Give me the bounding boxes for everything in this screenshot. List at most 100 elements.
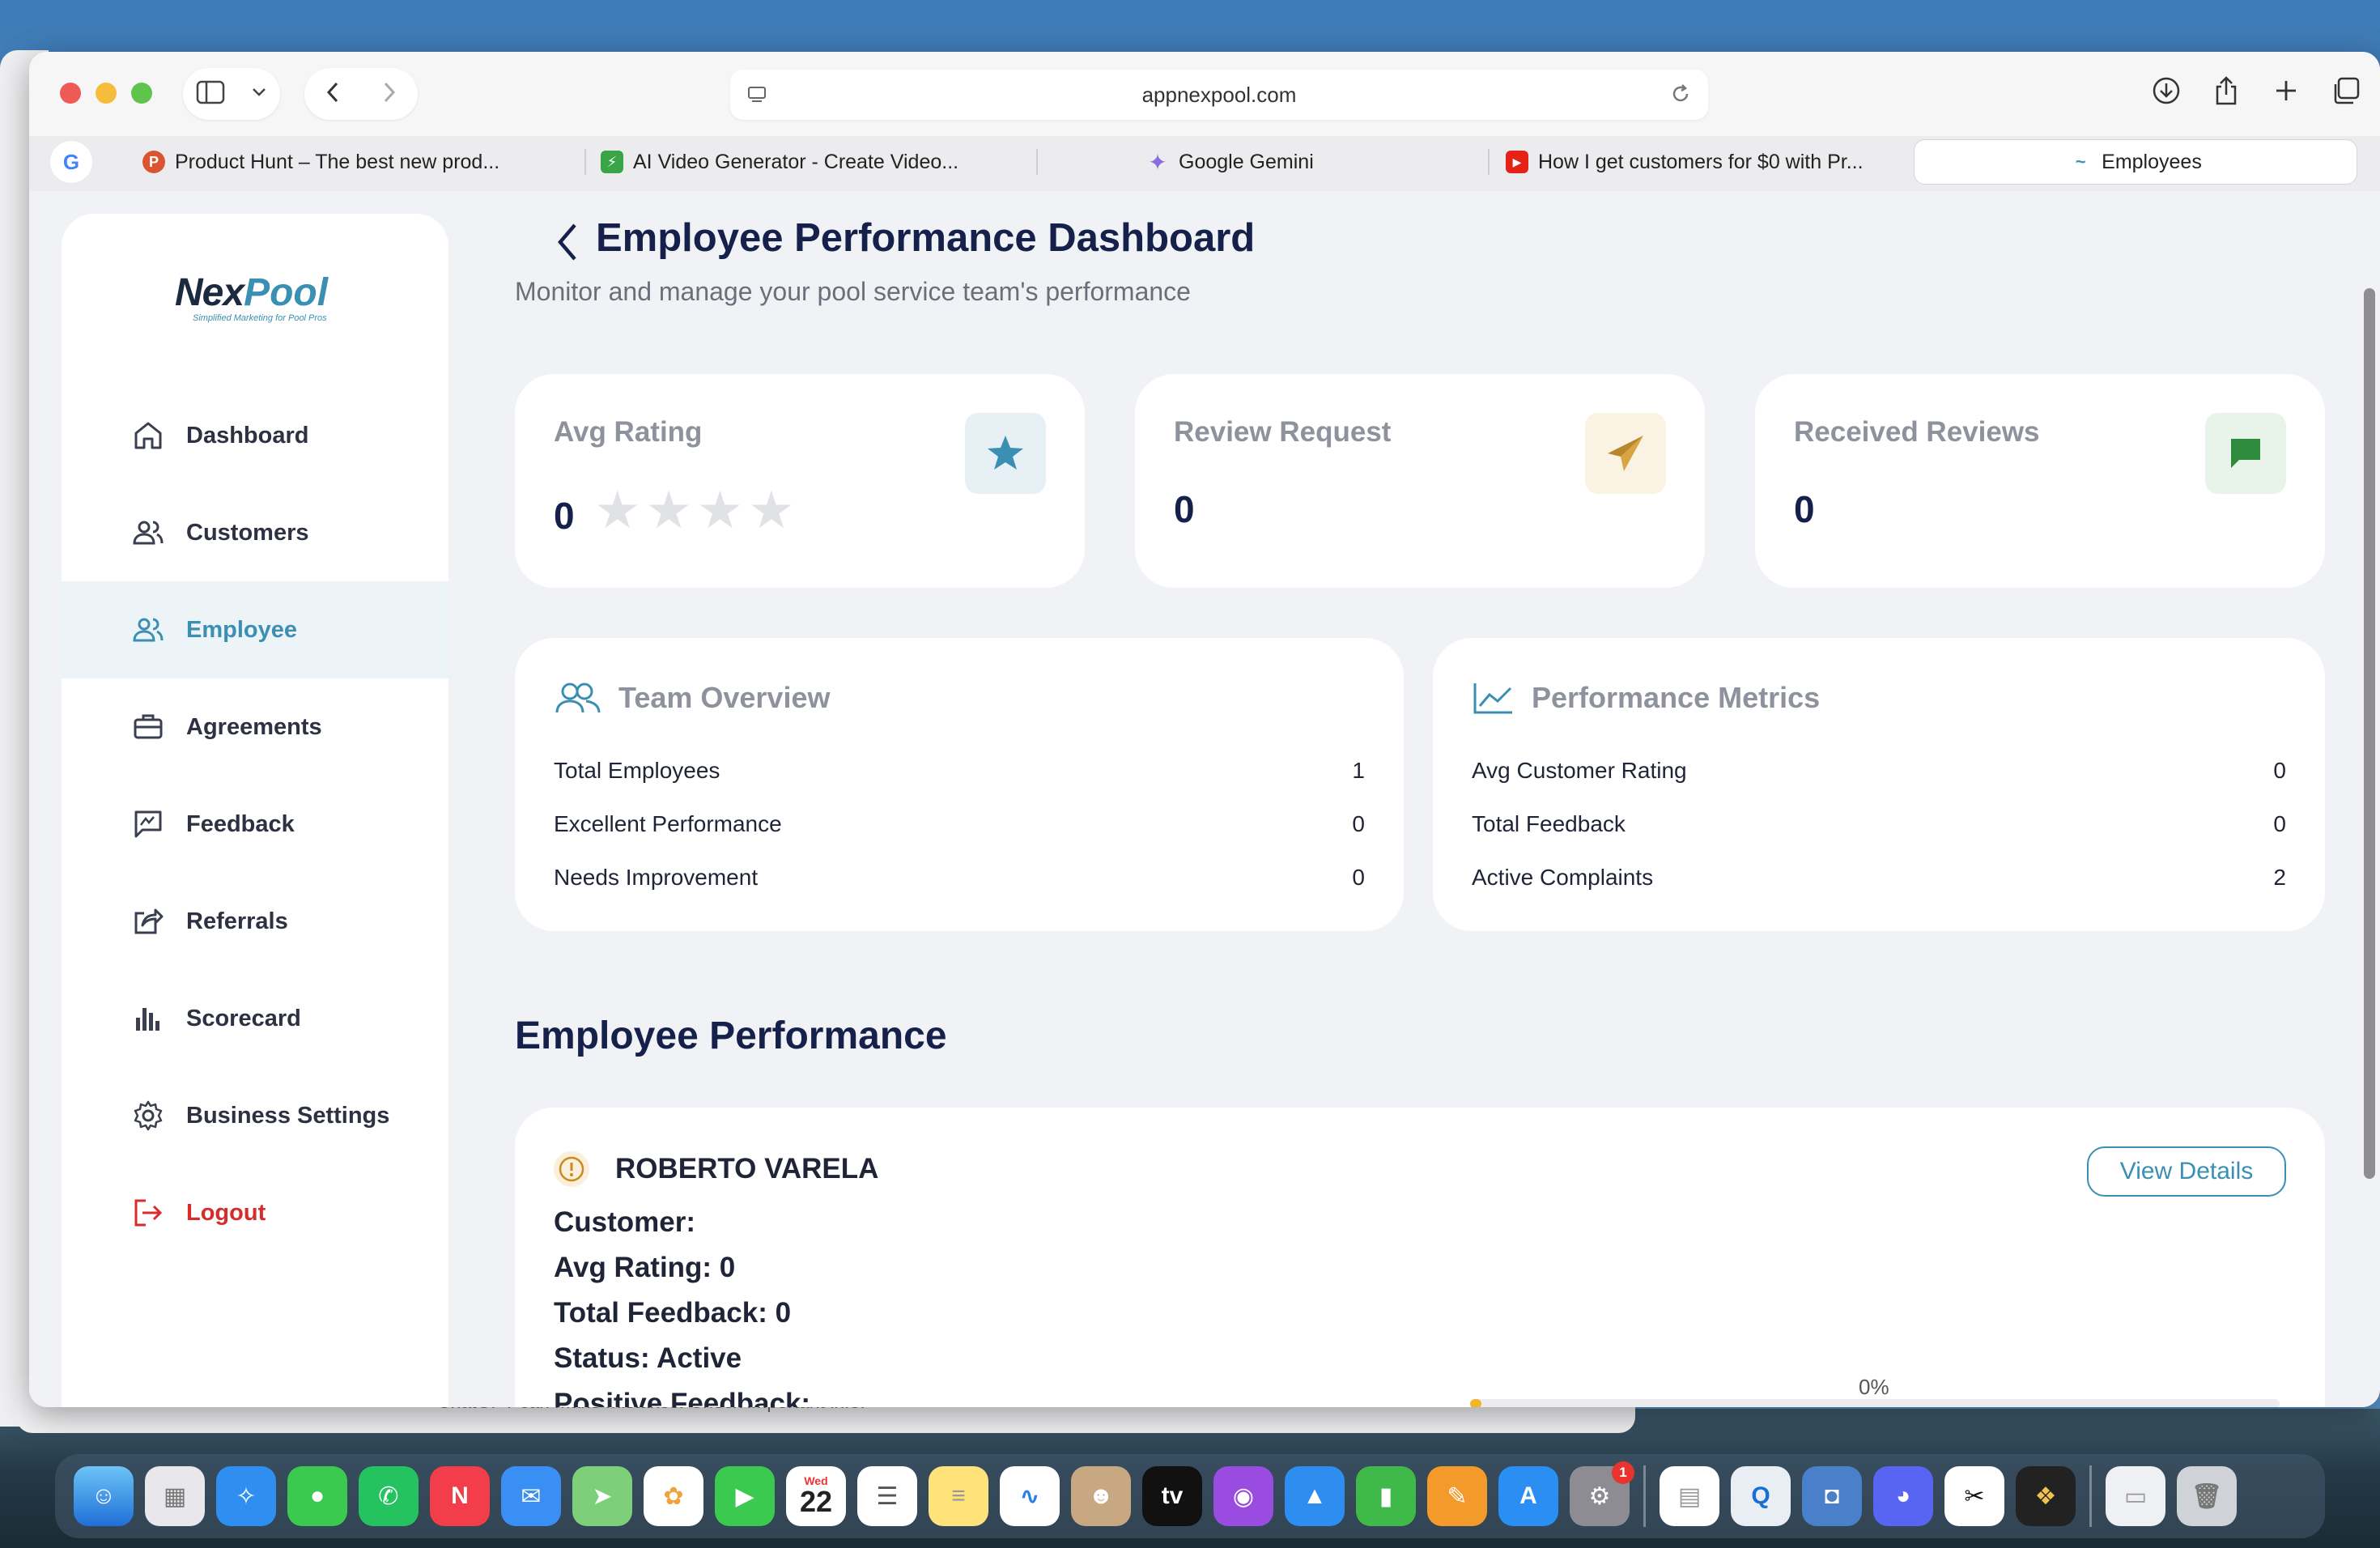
browser-toolbar: appnexpool.com [29,52,2380,139]
toolbar-actions [2148,73,2364,108]
gemini-icon: ✦ [1148,149,1167,175]
tab-employees[interactable]: ~ Employees [1914,139,2357,185]
chat-icon [2205,413,2286,494]
nexpool-logo[interactable]: NexPool Simplified Marketing for Pool Pr… [175,270,328,323]
sidebar-item-referrals[interactable]: Referrals [62,873,448,970]
zoom-window-button[interactable] [131,83,152,104]
tab-product-hunt[interactable]: P Product Hunt – The best new prod... [142,139,572,185]
sidebar-item-agreements[interactable]: Agreements [62,678,448,776]
metric-row-avg-rating: Avg Customer Rating 0 [1472,758,2286,784]
launchpad-icon[interactable]: ▦ [145,1466,205,1526]
sidebar: NexPool Simplified Marketing for Pool Pr… [62,214,448,1407]
row-label: Active Complaints [1472,865,1654,890]
sidebar-item-dashboard[interactable]: Dashboard [62,387,448,484]
page-title: Employee Performance Dashboard [596,216,1256,260]
freeform-icon[interactable]: ∿ [1000,1466,1060,1526]
trash-icon[interactable]: 🗑 [2177,1466,2237,1526]
forward-icon[interactable] [381,80,397,108]
tab-separator [1488,149,1490,175]
page-settings-icon[interactable] [746,84,767,111]
news-icon[interactable]: N [430,1466,490,1526]
logo-text-nex: Nex [175,271,244,314]
row-label: Total Employees [554,758,720,783]
sidebar-item-employee[interactable]: Employee [62,581,448,678]
sidebar-item-logout[interactable]: Logout [62,1164,448,1261]
sidebar-icon [196,80,225,108]
app-store-icon[interactable]: A [1498,1466,1558,1526]
whatsapp-icon[interactable]: ✆ [359,1466,419,1526]
screen-sharing-icon[interactable]: ◘ [1802,1466,1862,1526]
dock-separator [1643,1465,1646,1527]
preview-icon[interactable]: ▭ [2106,1466,2165,1526]
row-value: 0 [2273,758,2286,783]
download-icon[interactable] [2148,73,2184,108]
pages-icon[interactable]: ✎ [1427,1466,1487,1526]
team-row-total-employees: Total Employees 1 [554,758,1365,784]
tab-gemini[interactable]: ✦ Google Gemini [1146,139,1405,185]
sidebar-toggle[interactable] [183,68,280,120]
photos-icon[interactable]: ✿ [644,1466,703,1526]
system-settings-icon[interactable]: ⚙ 1 [1570,1461,1634,1526]
employee-avg-rating: Avg Rating: 0 [554,1252,736,1283]
address-bar[interactable]: appnexpool.com [730,70,1708,120]
users-icon [555,683,601,713]
notes-icon[interactable]: ≡ [929,1466,988,1526]
figma-icon[interactable]: ❖ [2016,1466,2076,1526]
calendar-icon[interactable]: Wed 22 [786,1466,846,1526]
textedit-icon[interactable]: ▤ [1660,1466,1719,1526]
maps-icon[interactable]: ➤ [572,1466,632,1526]
sidebar-item-label: Referrals [186,908,288,934]
ai-video-icon: ⚡ [601,151,623,173]
sidebar-item-label: Dashboard [186,422,309,449]
reload-icon[interactable] [1669,83,1692,111]
apple-tv-icon[interactable]: tv [1142,1466,1202,1526]
view-details-button[interactable]: View Details [2087,1146,2286,1197]
share-icon[interactable] [2208,73,2244,108]
row-value: 0 [1352,865,1365,890]
logo-text-pool: Pool [244,271,329,314]
sidebar-item-label: Logout [186,1199,266,1226]
safari-icon[interactable]: ✧ [216,1466,276,1526]
performance-metrics-header: Performance Metrics [1472,680,1820,716]
sidebar-item-scorecard[interactable]: Scorecard [62,970,448,1067]
history-nav [304,68,418,120]
dock-separator [2089,1465,2092,1527]
close-window-button[interactable] [60,83,81,104]
google-icon[interactable]: G [50,141,92,183]
mail-icon[interactable]: ✉ [501,1466,561,1526]
sidebar-item-customers[interactable]: Customers [62,484,448,581]
tab-ai-video[interactable]: ⚡ AI Video Generator - Create Video... [601,139,1022,185]
keynote-icon[interactable]: ▲ [1285,1466,1345,1526]
stat-value: 0 [1794,488,1815,530]
star-icon [965,413,1046,494]
capcut-icon[interactable]: ✂ [1944,1466,2004,1526]
finder-icon[interactable]: ☺ [74,1466,134,1526]
numbers-icon[interactable]: ▮ [1356,1466,1416,1526]
tab-overview-icon[interactable] [2328,73,2364,108]
quicktime-icon[interactable]: Q [1731,1466,1791,1526]
messages-icon[interactable]: ● [287,1466,347,1526]
sidebar-item-feedback[interactable]: Feedback [62,776,448,873]
back-arrow-icon[interactable] [555,222,580,266]
star-icon: ★ [696,481,744,539]
contacts-icon[interactable]: ☻ [1071,1466,1131,1526]
row-value: 0 [1352,811,1365,836]
team-overview-header: Team Overview [554,680,830,716]
minimize-window-button[interactable] [96,83,117,104]
new-tab-icon[interactable] [2268,73,2304,108]
chevron-down-icon [251,87,267,102]
discord-icon[interactable]: ◕ [1873,1466,1933,1526]
sidebar-item-business-settings[interactable]: Business Settings [62,1067,448,1164]
tab-label: Google Gemini [1179,150,1314,173]
podcasts-icon[interactable]: ◉ [1213,1466,1273,1526]
reminders-icon[interactable]: ☰ [857,1466,917,1526]
back-icon[interactable] [325,80,341,108]
row-value: 0 [2273,811,2286,836]
tab-youtube[interactable]: ▶ How I get customers for $0 with Pr... [1506,139,1935,185]
paper-plane-icon [1585,413,1666,494]
team-row-needs-improvement: Needs Improvement 0 [554,865,1365,891]
employee-status: Status: Active [554,1342,742,1374]
scrollbar[interactable] [2364,288,2375,1179]
main-panel: Employee Performance Dashboard Monitor a… [515,191,2348,1407]
facetime-icon[interactable]: ▶ [715,1466,775,1526]
